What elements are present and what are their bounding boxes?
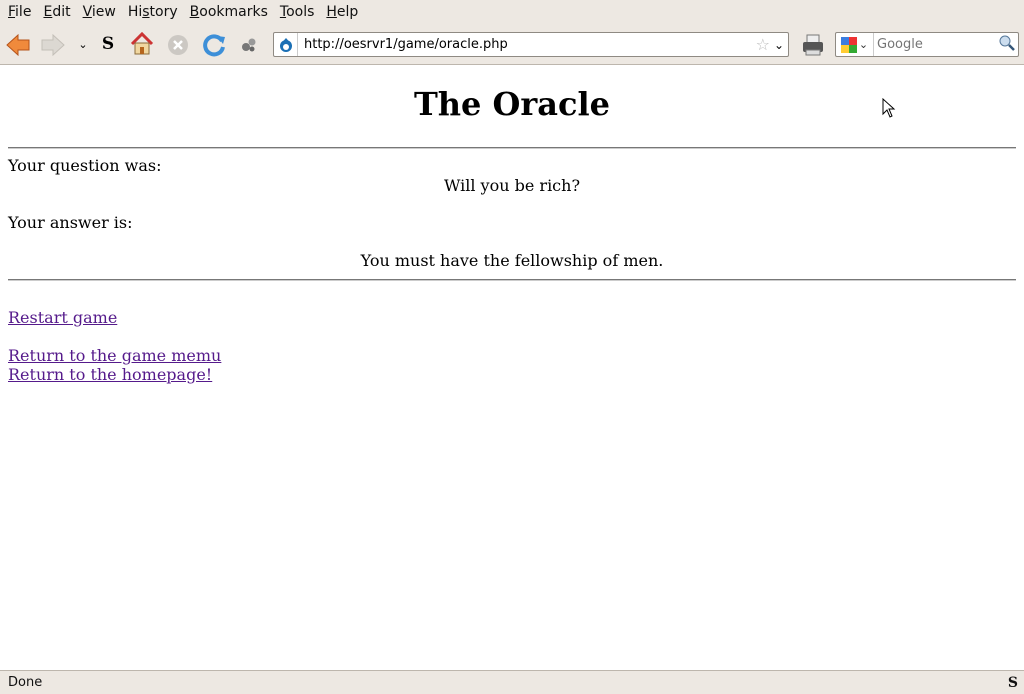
back-arrow-icon[interactable]: [5, 32, 31, 58]
home-icon[interactable]: [129, 31, 155, 57]
menu-bookmarks[interactable]: Bookmarks: [184, 4, 274, 20]
restart-game-link[interactable]: Restart game: [8, 308, 117, 327]
answer-text: You must have the fellowship of men.: [360, 251, 664, 270]
s-extension-status-icon[interactable]: S: [1008, 675, 1018, 691]
game-menu-link[interactable]: Return to the game memu: [8, 346, 221, 365]
navigation-toolbar: ⌄ S http://oesrvr1/game/oracle.php ☆ ⌄ ⌄: [0, 24, 1024, 65]
reload-icon[interactable]: [202, 32, 228, 58]
url-text: http://oesrvr1/game/oracle.php: [304, 37, 508, 52]
status-bar: Done S: [0, 670, 1024, 694]
s-extension-icon[interactable]: S: [98, 34, 118, 54]
history-dropdown-icon[interactable]: ⌄: [76, 36, 90, 52]
site-favicon-icon: [274, 33, 298, 56]
search-input[interactable]: [874, 37, 999, 52]
stop-icon[interactable]: [166, 33, 190, 57]
search-engine-google-icon[interactable]: ⌄: [836, 33, 874, 56]
page-title: The Oracle: [413, 85, 611, 123]
magnifier-icon[interactable]: [999, 35, 1015, 55]
answer-label: Your answer is:: [8, 213, 133, 232]
menu-edit[interactable]: Edit: [37, 4, 76, 20]
page-content: The Oracle Your question was: Will you b…: [0, 65, 1024, 670]
addon-icon[interactable]: [240, 36, 258, 54]
menu-bar: File Edit View History Bookmarks Tools H…: [0, 0, 1024, 24]
divider: [8, 147, 1016, 149]
menu-tools[interactable]: Tools: [274, 4, 321, 20]
question-label: Your question was:: [8, 156, 162, 175]
menu-history[interactable]: History: [122, 4, 184, 20]
menu-view[interactable]: View: [77, 4, 122, 20]
forward-arrow-icon[interactable]: [40, 32, 66, 58]
bookmark-star-icon[interactable]: ☆: [756, 35, 770, 54]
status-text: Done: [8, 675, 43, 690]
divider: [8, 279, 1016, 281]
url-dropdown-icon[interactable]: ⌄: [774, 38, 784, 52]
mouse-cursor-icon: [882, 97, 896, 122]
menu-help[interactable]: Help: [320, 4, 364, 20]
url-bar[interactable]: http://oesrvr1/game/oracle.php ☆ ⌄: [273, 32, 789, 57]
print-icon[interactable]: [800, 32, 826, 58]
question-text: Will you be rich?: [443, 176, 581, 195]
menu-file[interactable]: File: [2, 4, 37, 20]
search-box[interactable]: ⌄: [835, 32, 1019, 57]
homepage-link[interactable]: Return to the homepage!: [8, 365, 212, 384]
